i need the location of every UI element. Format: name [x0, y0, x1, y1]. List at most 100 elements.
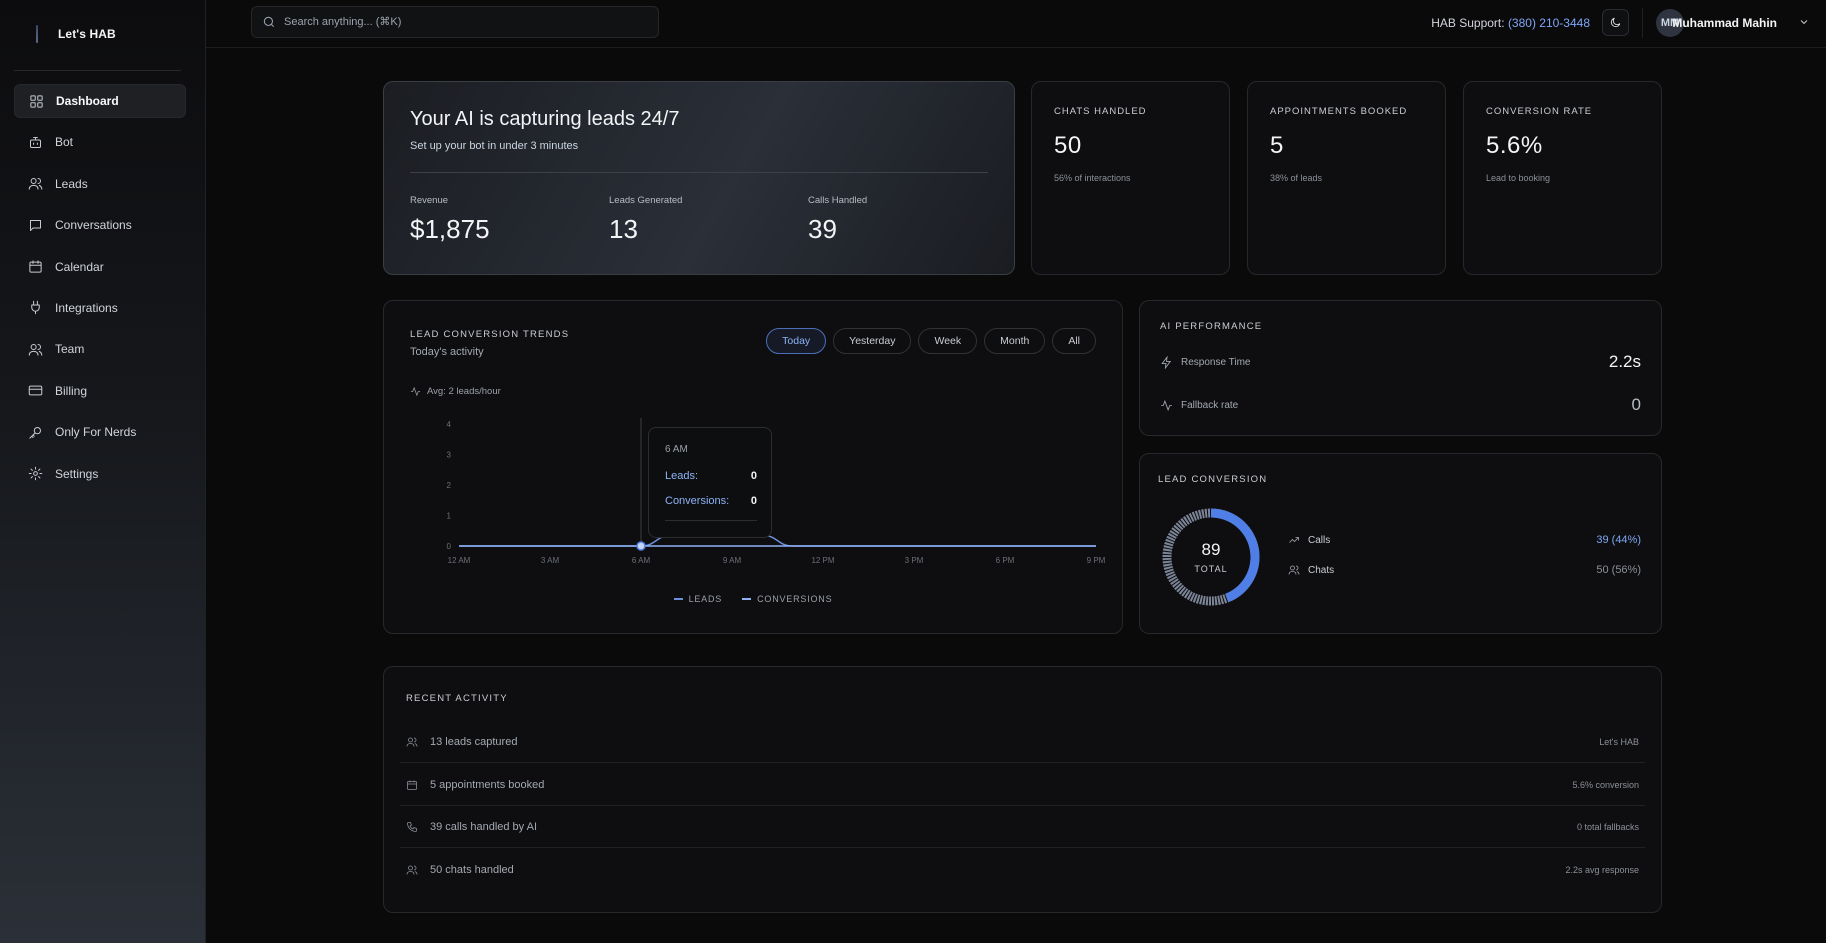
- donut-total-label: TOTAL: [1194, 564, 1228, 574]
- divider: [1642, 8, 1643, 38]
- stat-label: Revenue: [410, 195, 449, 206]
- hero-subtitle: Set up your bot in under 3 minutes: [410, 140, 579, 152]
- kpi-value: 5.6%: [1486, 132, 1543, 159]
- grid-icon: [30, 94, 43, 108]
- row-label-wrap: Calls: [1288, 534, 1330, 546]
- conversion-row-chats: Chats 50 (56%): [1288, 564, 1641, 576]
- x-tick-label: 12 AM: [448, 556, 471, 565]
- x-tick-label: 12 PM: [811, 556, 834, 565]
- activity-meta: Let's HAB: [1599, 736, 1639, 747]
- x-tick-label: 3 PM: [905, 556, 924, 565]
- brand[interactable]: Let's HAB: [36, 24, 116, 44]
- sidebar-nav: Dashboard Bot Leads Conversations Calend…: [14, 84, 186, 498]
- donut-center: 89 TOTAL: [1158, 504, 1264, 610]
- activity-row[interactable]: 39 calls handled by AI 0 total fallbacks: [400, 806, 1645, 848]
- kpi-value: 5: [1270, 132, 1284, 159]
- legend-item-conversions[interactable]: CONVERSIONS: [742, 594, 832, 604]
- sidebar-item-bot[interactable]: Bot: [14, 125, 186, 159]
- donut-chart: 89 TOTAL: [1158, 504, 1264, 610]
- search-icon: [263, 16, 275, 28]
- metric-label-wrap: Response Time: [1160, 355, 1251, 369]
- sidebar-item-conversations[interactable]: Conversations: [14, 208, 186, 242]
- tooltip-value: 0: [750, 470, 757, 482]
- stat-value: 39: [808, 214, 837, 244]
- kpi-value: 50: [1054, 132, 1082, 159]
- chevron-down-icon[interactable]: [1798, 16, 1810, 28]
- row-label: Chats: [1308, 564, 1335, 576]
- plug-icon: [31, 301, 40, 315]
- card-icon: [28, 385, 43, 396]
- theme-toggle-button[interactable]: [1602, 9, 1629, 36]
- user-name[interactable]: Muhammad Mahin: [1672, 16, 1777, 30]
- sidebar-item-label: Conversations: [55, 218, 132, 233]
- metric-value: 0: [1631, 395, 1641, 414]
- x-tick-label: 6 PM: [996, 556, 1015, 565]
- x-tick-label: 9 AM: [723, 556, 742, 565]
- team-icon: [28, 343, 43, 356]
- divider: [665, 520, 757, 521]
- activity-label-wrap: 39 calls handled by AI: [406, 821, 537, 833]
- activity-row[interactable]: 50 chats handled 2.2s avg response: [400, 849, 1645, 891]
- support-phone-link[interactable]: (380) 210-3448: [1508, 16, 1590, 30]
- divider: [410, 172, 988, 173]
- section-title: LEAD CONVERSION: [1158, 474, 1268, 485]
- zap-icon: [1161, 355, 1172, 369]
- metric-label: Response Time: [1181, 356, 1251, 368]
- kpi-appointments-booked: APPOINTMENTS BOOKED 5 38% of leads: [1247, 81, 1446, 275]
- brand-name: Let's HAB: [58, 27, 116, 41]
- bot-icon: [30, 136, 41, 148]
- legend-item-leads[interactable]: LEADS: [673, 594, 723, 604]
- sidebar-item-label: Bot: [55, 135, 74, 150]
- kpi-subtext: 38% of leads: [1270, 173, 1323, 183]
- sidebar-item-label: Leads: [55, 176, 88, 191]
- activity-label-wrap: 13 leads captured: [406, 736, 517, 748]
- sidebar-item-team[interactable]: Team: [14, 332, 186, 366]
- sidebar-item-only-for-nerds[interactable]: Only For Nerds: [14, 415, 186, 449]
- activity-row[interactable]: 13 leads captured Let's HAB: [400, 721, 1645, 763]
- highlight-point: [636, 541, 646, 551]
- message-icon: [30, 219, 41, 231]
- activity-row[interactable]: 5 appointments booked 5.6% conversion: [400, 764, 1645, 806]
- tooltip-value: 0: [750, 495, 757, 507]
- activity-label: 50 chats handled: [430, 864, 514, 876]
- sidebar-item-billing[interactable]: Billing: [14, 374, 186, 408]
- activity-label: 13 leads captured: [430, 735, 518, 748]
- trend-icon: [1289, 537, 1299, 543]
- kpi-label: CHATS HANDLED: [1054, 106, 1147, 117]
- activity-meta: 2.2s avg response: [1565, 865, 1639, 875]
- search-input[interactable]: [284, 16, 644, 28]
- y-tick-label: 3: [447, 451, 452, 460]
- donut-total: 89: [1201, 540, 1221, 559]
- sidebar-item-label: Billing: [55, 383, 88, 398]
- leads-generated-stat: Leads Generated 13: [609, 195, 682, 245]
- phone-icon: [407, 821, 417, 832]
- sidebar-item-leads[interactable]: Leads: [14, 167, 186, 201]
- kpi-chats-handled: CHATS HANDLED 50 56% of interactions: [1031, 81, 1230, 275]
- sidebar-item-settings[interactable]: Settings: [14, 457, 186, 491]
- support-info: HAB Support: (380) 210-3448: [1431, 16, 1590, 30]
- stat-value: $1,875: [410, 214, 490, 244]
- ai-performance-card: AI PERFORMANCE Response Time 2.2s Fallba…: [1139, 300, 1662, 436]
- calendar-icon: [407, 780, 417, 790]
- moon-icon: [1610, 17, 1621, 28]
- topbar: HAB Support: (380) 210-3448 MM Muhammad …: [206, 0, 1826, 48]
- x-tick-label: 3 AM: [541, 556, 560, 565]
- y-tick-label: 4: [447, 420, 452, 429]
- activity-label-wrap: 50 chats handled: [406, 864, 514, 876]
- stat-label: Leads Generated: [609, 195, 683, 206]
- kpi-label: APPOINTMENTS BOOKED: [1270, 106, 1408, 117]
- sidebar-item-label: Team: [55, 342, 85, 357]
- search-box[interactable]: [251, 6, 659, 38]
- sidebar-item-dashboard[interactable]: Dashboard: [14, 84, 186, 118]
- lead-conversion-trends-card: LEAD CONVERSION TRENDS Today's activity …: [383, 300, 1123, 634]
- metric-fallback-rate: Fallback rate 0: [1160, 395, 1641, 415]
- sidebar-item-integrations[interactable]: Integrations: [14, 291, 186, 325]
- x-tick-label: 9 PM: [1087, 556, 1106, 565]
- sidebar-item-label: Integrations: [55, 300, 118, 315]
- y-tick-label: 0: [447, 542, 452, 551]
- hero-title: Your AI is capturing leads 24/7: [410, 108, 680, 130]
- sidebar-item-calendar[interactable]: Calendar: [14, 250, 186, 284]
- kpi-conversion-rate: CONVERSION RATE 5.6% Lead to booking: [1463, 81, 1662, 275]
- tooltip-label: Conversions:: [665, 495, 730, 507]
- metric-value: 2.2s: [1608, 352, 1641, 371]
